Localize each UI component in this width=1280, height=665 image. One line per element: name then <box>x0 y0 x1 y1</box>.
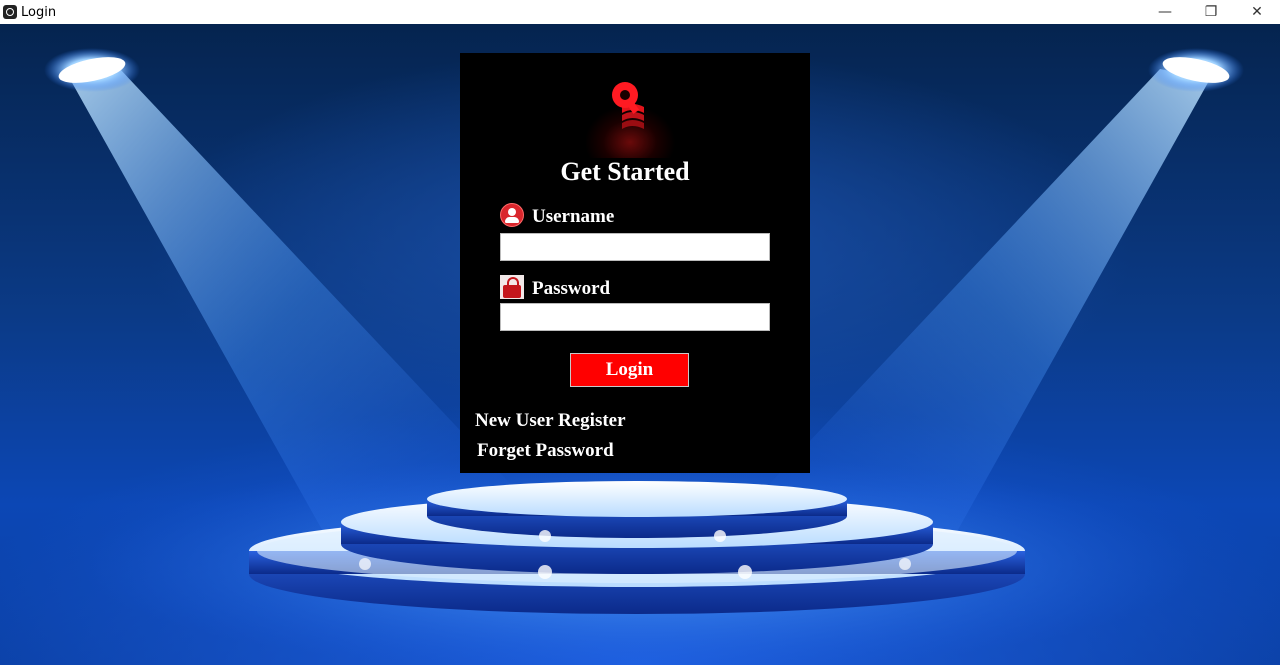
login-window: Login — ❐ ✕ Get Started Username Passwor… <box>0 0 1280 665</box>
username-label: Username <box>532 206 615 227</box>
close-button[interactable]: ✕ <box>1234 0 1280 24</box>
password-label-row: Password <box>500 275 610 299</box>
minimize-button[interactable]: — <box>1142 0 1188 24</box>
restore-button[interactable]: ❐ <box>1188 0 1234 24</box>
lock-icon <box>500 275 524 299</box>
app-icon <box>3 5 17 19</box>
username-label-row: Username <box>500 203 614 227</box>
form-heading: Get Started <box>560 157 690 186</box>
window-title: Login <box>21 4 57 20</box>
password-input[interactable] <box>500 303 770 331</box>
user-icon <box>500 203 524 227</box>
window-controls: — ❐ ✕ <box>1142 0 1280 24</box>
forgot-password-link[interactable]: Forget Password <box>477 440 614 462</box>
username-input[interactable] <box>500 233 770 261</box>
login-panel: Get Started Username Password Login New … <box>460 53 810 473</box>
register-link[interactable]: New User Register <box>475 410 626 432</box>
password-label: Password <box>532 278 611 299</box>
login-button[interactable]: Login <box>570 353 689 387</box>
title-bar: Login — ❐ ✕ <box>0 0 1280 24</box>
key-logo-icon <box>580 53 680 158</box>
